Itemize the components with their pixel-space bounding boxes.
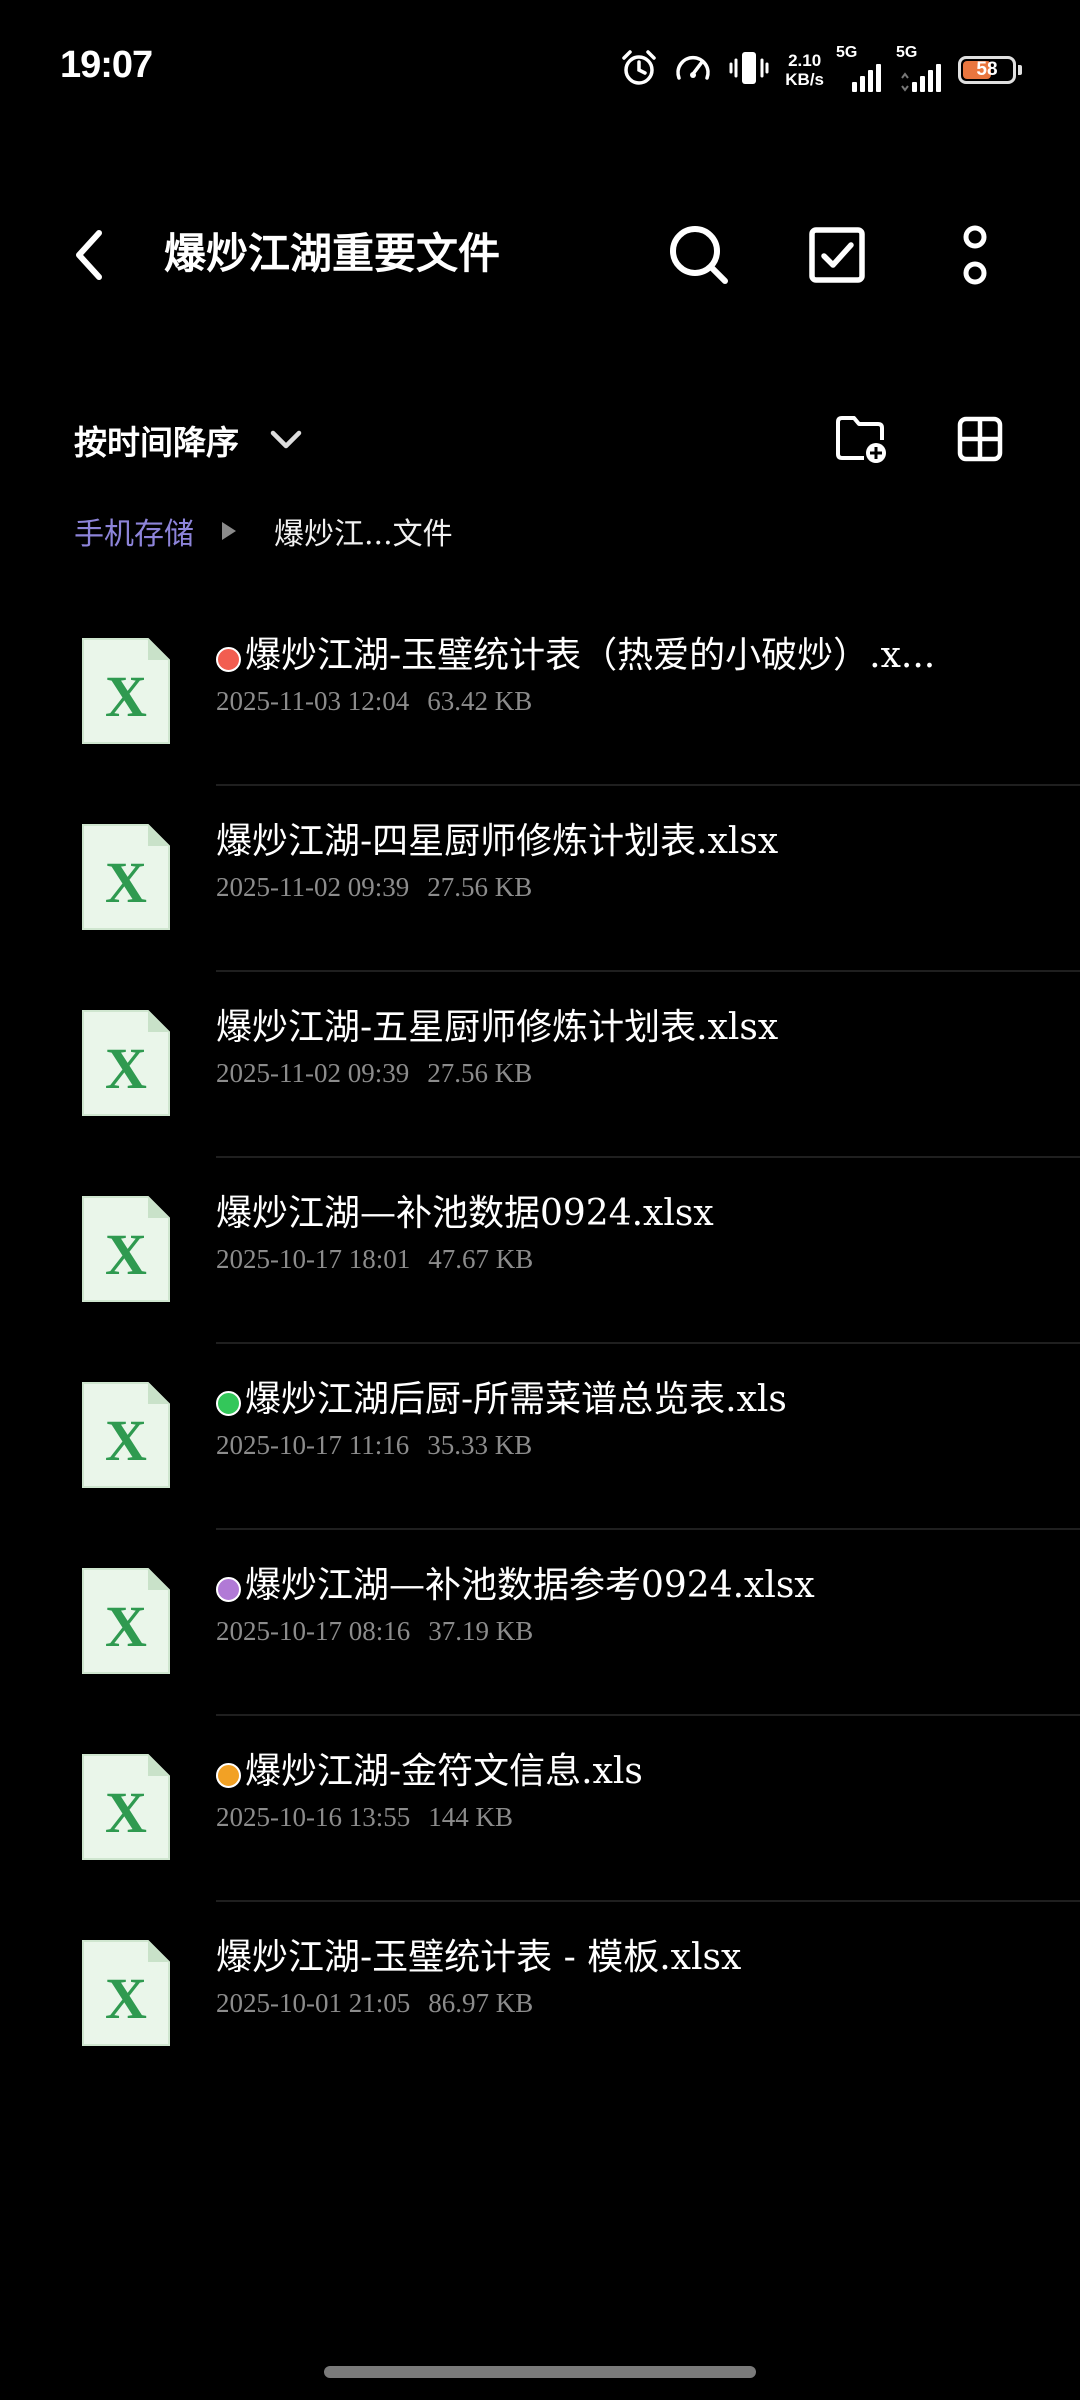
alarm-icon	[619, 48, 659, 92]
svg-text:X: X	[105, 1780, 147, 1845]
app-header: 爆炒江湖重要文件	[0, 200, 1080, 310]
excel-file-icon: X	[80, 822, 172, 932]
file-name: 爆炒江湖-玉璧统计表 - 模板.xlsx	[216, 1937, 742, 1978]
page-title: 爆炒江湖重要文件	[164, 229, 501, 278]
file-meta: 2025-10-17 11:16 35.33 KB	[216, 1430, 1040, 1461]
file-meta: 2025-10-16 13:55 144 KB	[216, 1802, 1040, 1833]
file-meta: 2025-11-03 12:04 63.42 KB	[216, 686, 1040, 717]
file-meta: 2025-10-17 18:01 47.67 KB	[216, 1244, 1040, 1275]
file-item[interactable]: X 爆炒江湖-玉璧统计表（热爱的小破炒）.x... 2025-11-03 12:…	[0, 600, 1080, 786]
breadcrumb-current: 爆炒江...文件	[274, 517, 453, 552]
battery-icon: 58	[958, 56, 1022, 84]
file-date: 2025-10-16 13:55	[216, 1802, 411, 1832]
new-folder-icon	[836, 416, 886, 463]
battery-percent: 58	[976, 59, 998, 80]
file-date: 2025-11-02 09:39	[216, 872, 410, 902]
file-meta: 2025-11-02 09:39 27.56 KB	[216, 1058, 1040, 1089]
file-meta: 2025-10-17 08:16 37.19 KB	[216, 1616, 1040, 1647]
color-tag-icon	[216, 1762, 241, 1788]
status-time: 19:07	[60, 44, 153, 86]
svg-text:X: X	[105, 1594, 147, 1659]
file-size: 35.33 KB	[427, 1430, 533, 1460]
chevron-left-icon	[76, 230, 102, 280]
breadcrumb: 手机存储 爆炒江...文件	[74, 506, 453, 556]
file-date: 2025-11-02 09:39	[216, 1058, 410, 1088]
excel-file-icon: X	[80, 1194, 172, 1304]
svg-text:X: X	[105, 1408, 147, 1473]
sort-bar: 按时间降序	[0, 400, 1080, 480]
file-date: 2025-10-17 11:16	[216, 1430, 410, 1460]
file-date: 2025-11-03 12:04	[216, 686, 410, 716]
file-size: 86.97 KB	[428, 1988, 534, 2018]
svg-text:X: X	[105, 1966, 147, 2031]
multi-select-button[interactable]	[798, 216, 876, 294]
excel-file-icon: X	[80, 1752, 172, 1862]
breadcrumb-root[interactable]: 手机存储	[74, 509, 194, 553]
color-tag-icon	[216, 646, 241, 672]
file-date: 2025-10-17 18:01	[216, 1244, 411, 1274]
file-date: 2025-10-01 21:05	[216, 1988, 411, 2018]
chevron-down-icon	[270, 430, 302, 449]
svg-text:X: X	[105, 664, 147, 729]
excel-file-icon: X	[80, 1566, 172, 1676]
file-size: 27.56 KB	[427, 872, 533, 902]
file-item[interactable]: X 爆炒江湖—补池数据参考0924.xlsx 2025-10-17 08:16 3…	[0, 1530, 1080, 1716]
new-folder-button[interactable]	[828, 406, 894, 472]
signal-icon-sim1: 5G	[836, 44, 884, 94]
file-meta: 2025-11-02 09:39 27.56 KB	[216, 872, 1040, 903]
speedometer-icon	[673, 48, 713, 92]
grid-view-button[interactable]	[947, 406, 1013, 472]
file-name: 爆炒江湖-五星厨师修炼计划表.xlsx	[216, 1007, 779, 1048]
file-size: 37.19 KB	[428, 1616, 534, 1646]
more-vertical-icon	[963, 225, 987, 285]
network-speed: 2.10 KB/s	[785, 51, 824, 89]
file-name: 爆炒江湖—补池数据0924.xlsx	[216, 1193, 714, 1234]
breadcrumb-arrow-icon	[222, 522, 236, 540]
file-size: 144 KB	[428, 1802, 513, 1832]
status-icons: 2.10 KB/s 5G 5G 58	[619, 44, 1022, 96]
file-size: 63.42 KB	[427, 686, 533, 716]
excel-file-icon: X	[80, 1008, 172, 1118]
excel-file-icon: X	[80, 1938, 172, 2048]
file-name: 爆炒江湖后厨-所需菜谱总览表.xls	[216, 1374, 1040, 1426]
back-button[interactable]	[56, 222, 122, 288]
file-size: 47.67 KB	[428, 1244, 534, 1274]
color-tag-icon	[216, 1576, 241, 1602]
grid-view-icon	[957, 416, 1003, 462]
file-meta: 2025-10-01 21:05 86.97 KB	[216, 1988, 1040, 2019]
file-item[interactable]: X 爆炒江湖后厨-所需菜谱总览表.xls 2025-10-17 11:16 35.…	[0, 1344, 1080, 1530]
search-button[interactable]	[660, 216, 738, 294]
excel-file-icon: X	[80, 1380, 172, 1490]
svg-text:X: X	[105, 850, 147, 915]
sort-dropdown[interactable]: 按时间降序	[74, 410, 303, 470]
search-icon	[670, 226, 728, 284]
file-name: 爆炒江湖-四星厨师修炼计划表.xlsx	[216, 821, 779, 862]
file-name: 爆炒江湖-玉璧统计表（热爱的小破炒）.x...	[216, 630, 1040, 682]
more-options-button[interactable]	[936, 216, 1014, 294]
sort-label: 按时间降序	[74, 423, 239, 462]
file-name: 爆炒江湖-金符文信息.xls	[216, 1746, 1040, 1798]
color-tag-icon	[216, 1390, 241, 1416]
file-item[interactable]: X 爆炒江湖-五星厨师修炼计划表.xlsx 2025-11-02 09:39 27…	[0, 972, 1080, 1158]
file-date: 2025-10-17 08:16	[216, 1616, 411, 1646]
excel-file-icon: X	[80, 636, 172, 746]
svg-text:X: X	[105, 1036, 147, 1101]
file-item[interactable]: X 爆炒江湖-四星厨师修炼计划表.xlsx 2025-11-02 09:39 27…	[0, 786, 1080, 972]
file-item[interactable]: X 爆炒江湖-金符文信息.xls 2025-10-16 13:55 144 KB	[0, 1716, 1080, 1902]
checkbox-icon	[809, 227, 865, 283]
vibrate-icon	[727, 48, 771, 92]
file-list: X 爆炒江湖-玉璧统计表（热爱的小破炒）.x... 2025-11-03 12:…	[0, 600, 1080, 2088]
status-bar: 19:07 2.10 KB/s 5G 5G 58	[0, 0, 1080, 140]
file-name: 爆炒江湖—补池数据参考0924.xlsx	[216, 1560, 1040, 1612]
file-item[interactable]: X 爆炒江湖—补池数据0924.xlsx 2025-10-17 18:01 47.…	[0, 1158, 1080, 1344]
file-size: 27.56 KB	[427, 1058, 533, 1088]
svg-text:X: X	[105, 1222, 147, 1287]
file-item[interactable]: X 爆炒江湖-玉璧统计表 - 模板.xlsx 2025-10-01 21:05 8…	[0, 1902, 1080, 2088]
home-indicator[interactable]	[324, 2366, 756, 2378]
signal-icon-sim2: 5G	[896, 44, 944, 94]
